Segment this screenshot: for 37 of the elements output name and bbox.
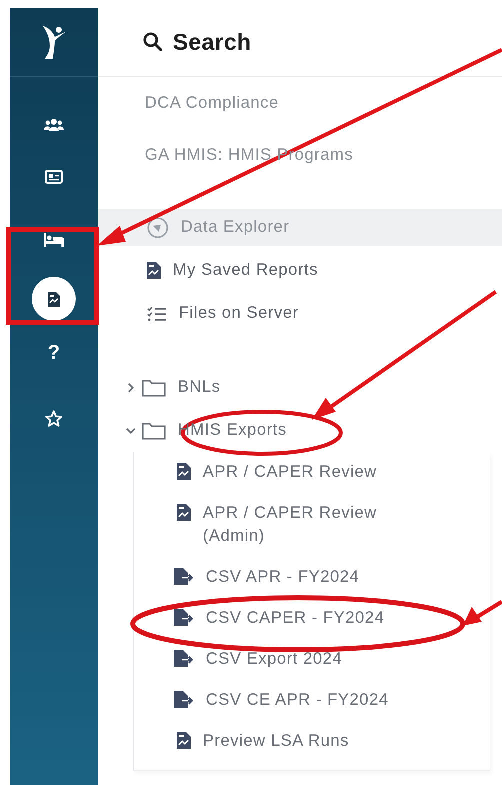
chevron-down-icon[interactable]	[126, 426, 136, 436]
report-link[interactable]: DCA Compliance	[145, 90, 280, 116]
report-link[interactable]: CSV CE APR - FY2024	[206, 689, 389, 712]
report-link[interactable]: CSV Export 2024	[206, 648, 342, 671]
export-icon	[174, 650, 194, 667]
report-icon	[48, 292, 60, 306]
id-card-icon	[45, 170, 63, 184]
bed-icon	[44, 233, 64, 247]
menu-item[interactable]: Files on Server	[98, 295, 502, 332]
report-icon	[177, 463, 191, 480]
logo-icon	[41, 24, 67, 60]
menu-item[interactable]: My Saved Reports	[98, 252, 502, 289]
export-icon	[174, 691, 194, 708]
annotation-arrow	[463, 600, 502, 626]
report-icon	[177, 504, 191, 521]
folder-icon	[142, 378, 166, 396]
compass-icon	[147, 216, 169, 238]
report-icon	[177, 732, 191, 749]
help-button[interactable]: ?	[32, 331, 76, 375]
star-icon	[45, 410, 63, 428]
search-icon	[143, 32, 163, 52]
report-icon	[147, 262, 161, 279]
search-title: Search	[173, 28, 252, 57]
report-link[interactable]: CSV APR - FY2024	[206, 566, 360, 589]
menu-item[interactable]: Data Explorer	[98, 209, 502, 246]
checklist-icon	[147, 306, 167, 322]
report-link[interactable]: Preview LSA Runs	[203, 730, 350, 753]
report-link[interactable]: CSV CAPER - FY2024	[206, 607, 385, 630]
folder-label[interactable]: BNLs	[178, 375, 221, 400]
folder-icon	[142, 422, 166, 440]
report-link[interactable]: APR / CAPER Review	[203, 461, 378, 484]
export-icon	[174, 609, 194, 626]
sidebar-nav-button[interactable]	[32, 277, 76, 321]
export-icon	[174, 568, 194, 585]
chevron-right-icon[interactable]	[126, 382, 136, 392]
people-icon	[44, 118, 64, 132]
report-link[interactable]: APR / CAPER Review (Admin)	[203, 502, 418, 548]
